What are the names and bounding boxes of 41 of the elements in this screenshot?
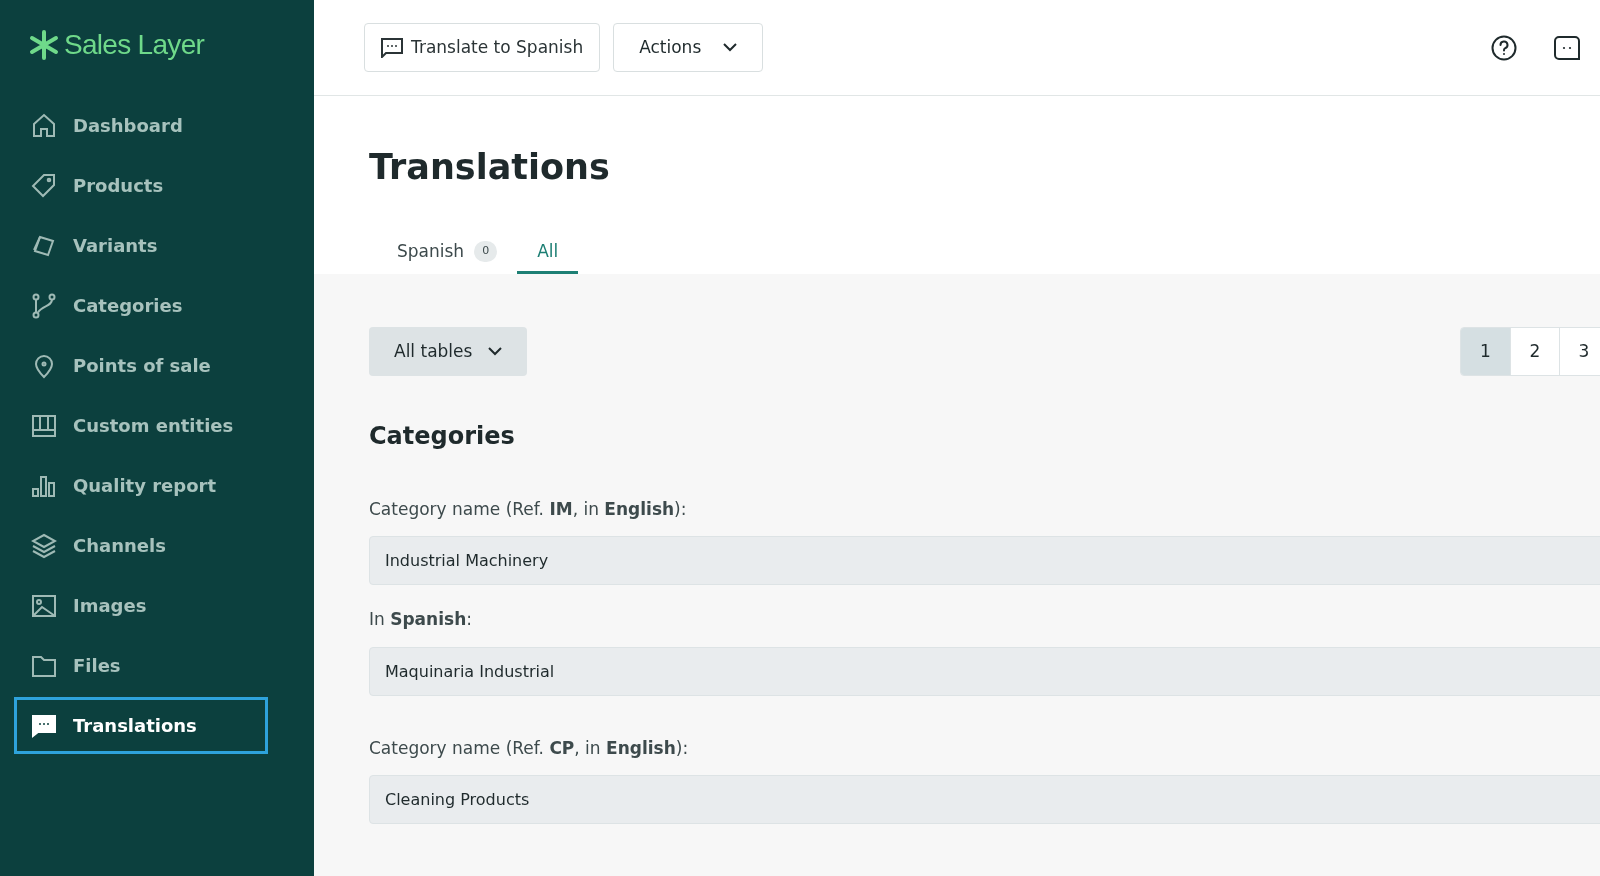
chevron-down-icon <box>488 346 503 356</box>
page-button[interactable]: 3 <box>1559 327 1600 375</box>
image-icon <box>31 592 57 619</box>
sidebar-item[interactable]: Translations <box>14 697 268 754</box>
columns-icon <box>31 412 57 439</box>
field-label: Category name (Ref. CP, in English): <box>369 736 690 760</box>
page-button[interactable]: 1 <box>1461 327 1510 375</box>
sidebar-item[interactable]: Categories <box>14 277 268 334</box>
page-button[interactable]: 2 <box>1510 327 1559 375</box>
sidebar-item[interactable]: Files <box>14 637 268 694</box>
page-title: Translations <box>369 146 611 189</box>
home-icon <box>31 112 57 139</box>
sidebar-item[interactable]: Custom entities <box>14 397 268 454</box>
sidebar-item[interactable]: Products <box>14 157 268 214</box>
tables-dropdown[interactable]: All tables <box>369 326 528 376</box>
sidebar-item[interactable]: Dashboard <box>14 97 268 154</box>
sidebar-item[interactable]: Channels <box>14 517 268 574</box>
chat-icon[interactable] <box>1554 35 1580 60</box>
chat-icon <box>31 712 57 739</box>
translate-button[interactable]: Translate to Spanish <box>364 23 601 72</box>
tab[interactable]: Spanish 0 <box>377 231 518 274</box>
field-label: In Spanish: <box>369 608 473 632</box>
layers-icon <box>31 532 57 559</box>
logo-text: Sales Layer <box>64 27 205 62</box>
section-heading: Categories <box>369 420 516 452</box>
tag-icon <box>31 172 57 199</box>
sidebar-item[interactable]: Quality report <box>14 457 268 514</box>
sidebar-item[interactable]: Images <box>14 577 268 634</box>
text-field[interactable]: Maquinaria Industrial <box>369 646 1600 696</box>
branch-icon <box>31 292 57 319</box>
count-badge: 0 <box>474 241 498 262</box>
asterisk-logo-icon <box>28 28 60 61</box>
chevron-down-icon <box>723 43 738 52</box>
actions-dropdown[interactable]: Actions <box>613 23 764 72</box>
sidebar-item[interactable]: Points of sale <box>14 337 268 394</box>
text-field[interactable]: Cleaning Products <box>369 775 1600 825</box>
help-icon[interactable] <box>1491 34 1517 61</box>
text-field[interactable]: Industrial Machinery <box>369 536 1600 586</box>
chat-icon <box>381 37 403 58</box>
sidebar-item[interactable]: Variants <box>14 217 268 274</box>
field-label: Category name (Ref. IM, in English): <box>369 497 688 521</box>
